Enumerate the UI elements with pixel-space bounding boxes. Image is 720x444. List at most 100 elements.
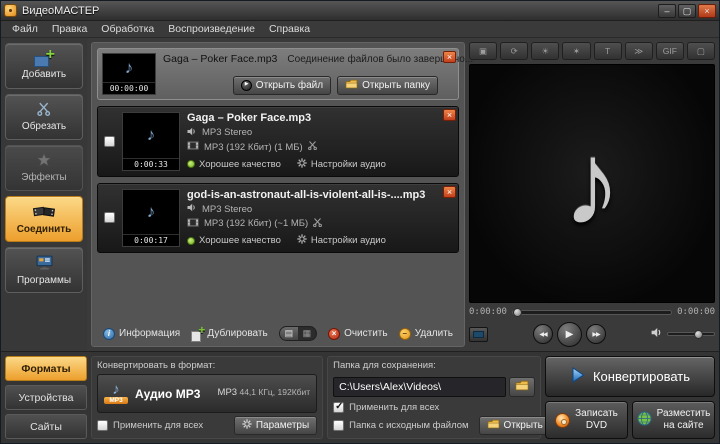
format-selector[interactable]: ♪ MP3 Аудио MP3 MP3 44,1 КГц, 192Кбит [97,374,318,413]
clear-list-button[interactable]: × Очистить [328,327,388,340]
sidebar-item-effects[interactable]: Эффекты [5,145,83,191]
menu-playback[interactable]: Воспроизведение [161,22,262,36]
menu-edit[interactable]: Правка [45,22,94,36]
delete-minus-icon: – [398,327,411,340]
folder-icon [515,378,529,396]
save-path-input[interactable] [333,376,506,397]
file-checkbox[interactable] [104,135,115,147]
open-folder-button[interactable]: Открыть папку [337,76,438,95]
music-note-icon: ♪ [146,125,156,145]
file-info: Gaga – Poker Face.mp3 MP3 Stereo MP3 (19… [187,112,438,171]
volume-control [651,325,715,343]
sidebar-item-label: Эффекты [21,172,67,183]
menu-processing[interactable]: Обработка [94,22,161,36]
next-button[interactable]: ▶▶ [586,324,606,344]
sidebar-item-programs[interactable]: Программы [5,247,83,293]
gear-icon [297,234,307,247]
convert-button[interactable]: Конвертировать [545,356,715,398]
apply-all-format-checkbox[interactable] [97,420,108,431]
volume-speaker-icon[interactable] [651,325,663,343]
file-remove-icon[interactable]: × [443,185,456,198]
seek-bar[interactable] [511,307,673,317]
file-audio-info: MP3 Stereo [202,203,253,215]
close-button[interactable]: × [698,3,716,18]
volume-handle[interactable] [694,329,703,339]
file-item[interactable]: ♪ 0:00:17 god-is-an-astronaut-all-is-vio… [97,182,459,253]
delete-button[interactable]: – Удалить [398,327,453,340]
preview-panel: ▣ ⟳ ☀ ✶ T ≫ GIF ▢ ♪ 0:00:00 0:00:00 ◀◀ ▶… [469,42,715,347]
apply-all-save-checkbox[interactable] [333,401,345,413]
maximize-button[interactable]: ▢ [678,3,696,18]
audio-settings-link[interactable]: Настройки аудио [297,234,386,247]
globe-icon [637,411,652,430]
brightness-icon[interactable]: ☀ [531,42,560,60]
play-button[interactable]: ▶ [557,321,582,347]
source-folder-checkbox[interactable] [333,420,345,431]
browse-folder-button[interactable] [509,376,535,397]
folder-icon [345,79,358,92]
effects-icon[interactable]: ✶ [562,42,591,60]
sidebar-item-join[interactable]: Соединить [5,196,83,242]
speed-icon[interactable]: ≫ [624,42,653,60]
apply-all-format-label: Применить для всех [113,420,204,431]
tab-devices[interactable]: Устройства [5,385,87,410]
music-note-icon: ♪ [146,201,156,221]
information-button[interactable]: i Информация [103,327,180,340]
format-section-header: Конвертировать в формат: [97,360,216,371]
effects-toolbar: ▣ ⟳ ☀ ✶ T ≫ GIF ▢ [469,42,715,60]
save-section: Папка для сохранения: Применить для всех… [327,356,580,439]
burn-dvd-button[interactable]: Записать DVD [545,401,628,439]
add-plus-icon [34,46,55,67]
list-view-icon[interactable]: ▤ [279,327,298,340]
window-title: ВидеоМАСТЕР [22,4,100,17]
rotate-icon[interactable]: ⟳ [500,42,529,60]
text-icon[interactable]: T [593,42,622,60]
fullscreen-icon[interactable] [469,326,488,342]
clear-x-icon: × [328,327,341,340]
gif-icon[interactable]: GIF [655,42,684,60]
menubar: Файл Правка Обработка Воспроизведение Сп… [1,21,719,38]
file-remove-icon[interactable]: × [443,109,456,121]
bottom-bar: Форматы Устройства Сайты Конвертировать … [1,351,719,443]
menu-file[interactable]: Файл [5,22,45,36]
minimize-button[interactable]: – [658,3,676,18]
publish-site-button[interactable]: Разместить на сайте [632,401,715,439]
trim-icon [313,217,323,230]
file-format-info: MP3 (192 Кбит) (1 МБ) [204,141,303,153]
titlebar: ВидеоМАСТЕР – ▢ × [1,1,719,21]
tab-formats[interactable]: Форматы [5,356,87,381]
volume-slider[interactable] [667,329,715,339]
monitor-icon [36,255,53,273]
notification-thumbnail: ♪ 00:00:00 [102,53,156,95]
file-checkbox[interactable] [104,212,115,224]
audio-settings-link[interactable]: Настройки аудио [297,157,386,171]
category-tabs: Форматы Устройства Сайты [5,356,87,439]
sidebar-item-add[interactable]: Добавить [5,43,83,89]
previous-button[interactable]: ◀◀ [533,324,553,344]
file-thumbnail: ♪ 0:00:17 [122,188,180,247]
menu-help[interactable]: Справка [262,22,317,36]
preview-music-note-icon: ♪ [562,117,622,250]
grid-view-icon[interactable]: ▦ [298,327,316,340]
notification-close-icon[interactable]: × [443,51,456,63]
file-list-panel: ♪ 00:00:00 Gaga – Poker Face.mp3 Соедине… [91,42,473,347]
join-films-icon [32,204,56,222]
play-icon [240,80,252,91]
tab-sites[interactable]: Сайты [5,414,87,439]
main-area: Добавить Обрезать Эффекты Соединить [1,38,719,351]
file-item[interactable]: ♪ 0:00:33 Gaga – Poker Face.mp3 MP3 Ster… [97,106,459,177]
speaker-icon [187,127,197,139]
screen-icon[interactable]: ▢ [686,42,715,60]
gear-icon [242,419,252,432]
open-file-button[interactable]: Открыть файл [232,76,332,95]
playback-controls: ◀◀ ▶ ▶▶ [469,321,715,347]
file-thumbnail: ♪ 0:00:33 [122,112,180,171]
sidebar-item-trim[interactable]: Обрезать [5,94,83,140]
parameters-button[interactable]: Параметры [233,416,318,435]
timeline: 0:00:00 0:00:00 [469,307,715,317]
timecode: 00:00:00 [103,82,155,94]
file-format-info: MP3 (192 Кбит) (~1 МБ) [204,218,309,229]
duplicate-button[interactable]: Дублировать [191,323,268,342]
music-note-icon: ♪ [124,58,134,77]
seek-handle[interactable] [512,307,522,317]
